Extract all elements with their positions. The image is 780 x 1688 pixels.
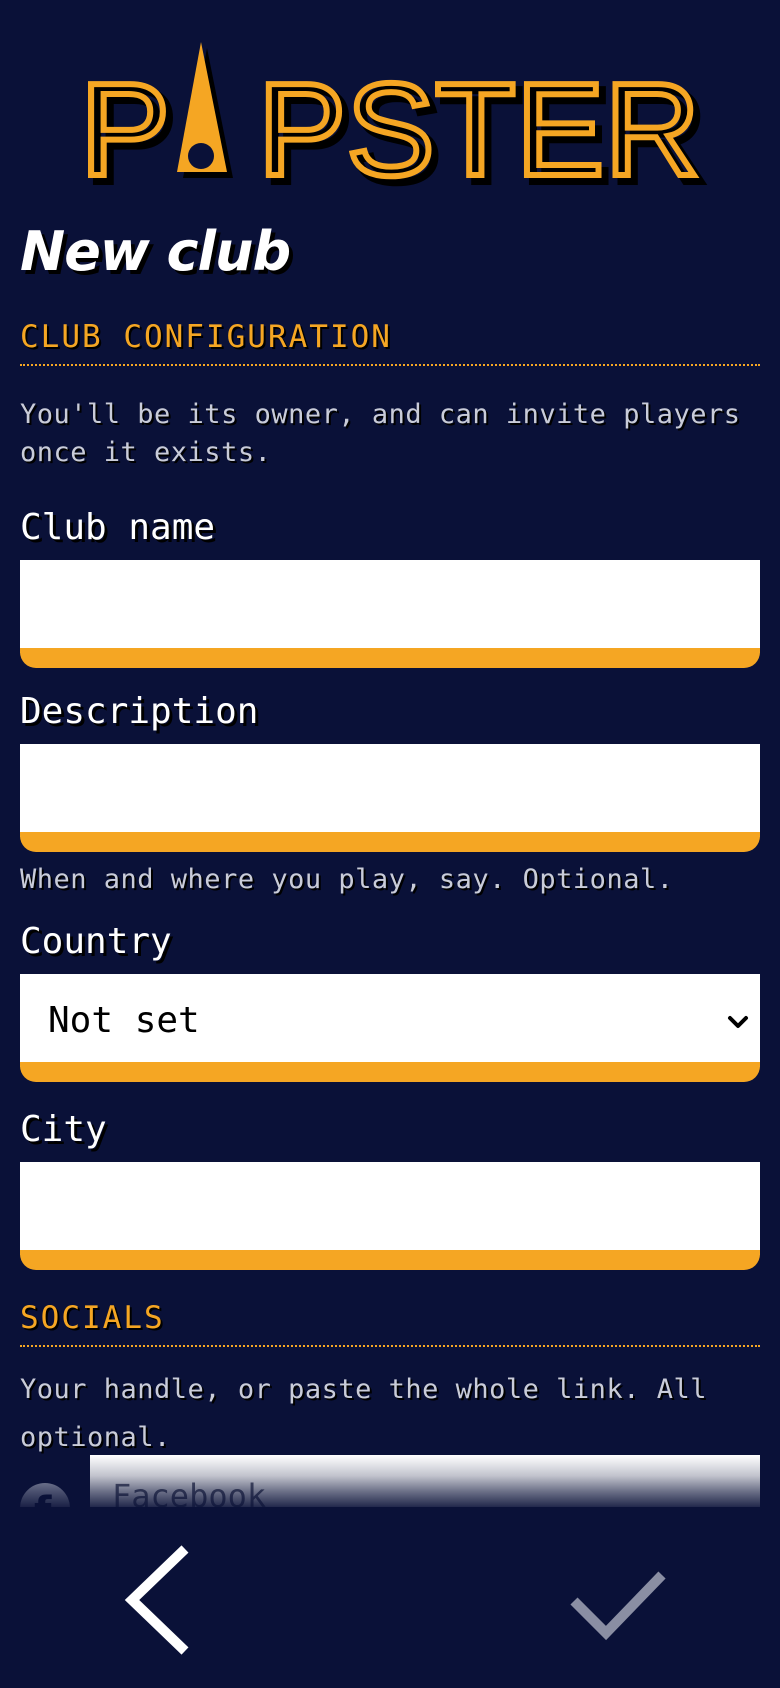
back-button[interactable] [120,1545,200,1655]
svg-text:PSTER: PSTER [258,56,700,190]
country-label: Country [20,921,172,962]
svg-text:P: P [80,56,170,190]
description-label: Description [20,691,259,732]
country-select[interactable]: Not set [20,974,760,1082]
description-help: When and where you play, say. Optional. [20,864,674,895]
description-field [20,744,760,852]
chevron-down-icon [728,1016,748,1028]
club-name-field [20,560,760,668]
socials-heading: SOCIALS [20,1299,760,1347]
facebook-row: f Facebook [20,1455,760,1507]
checkmark-icon [570,1571,666,1641]
facebook-field[interactable]: Facebook [90,1455,760,1507]
socials-help: Your handle, or paste the whole link. Al… [20,1374,707,1453]
confirm-button[interactable] [570,1567,666,1643]
papster-logo: P PSTER P PSTER [77,42,710,190]
club-configuration-help: You'll be its owner, and can invite play… [20,399,741,468]
club-configuration-heading: CLUB CONFIGURATION [20,318,760,366]
club-name-input[interactable] [20,560,760,648]
page-title: New club [20,220,291,283]
city-input[interactable] [20,1162,760,1250]
club-name-label: Club name [20,507,216,548]
chevron-left-icon [124,1545,189,1655]
country-selected-value: Not set [48,1000,200,1041]
city-field [20,1162,760,1270]
bottom-nav-bar [0,1507,780,1688]
facebook-icon: f [20,1483,70,1507]
description-input[interactable] [20,744,760,832]
city-label: City [20,1109,107,1150]
facebook-placeholder: Facebook [112,1477,267,1507]
